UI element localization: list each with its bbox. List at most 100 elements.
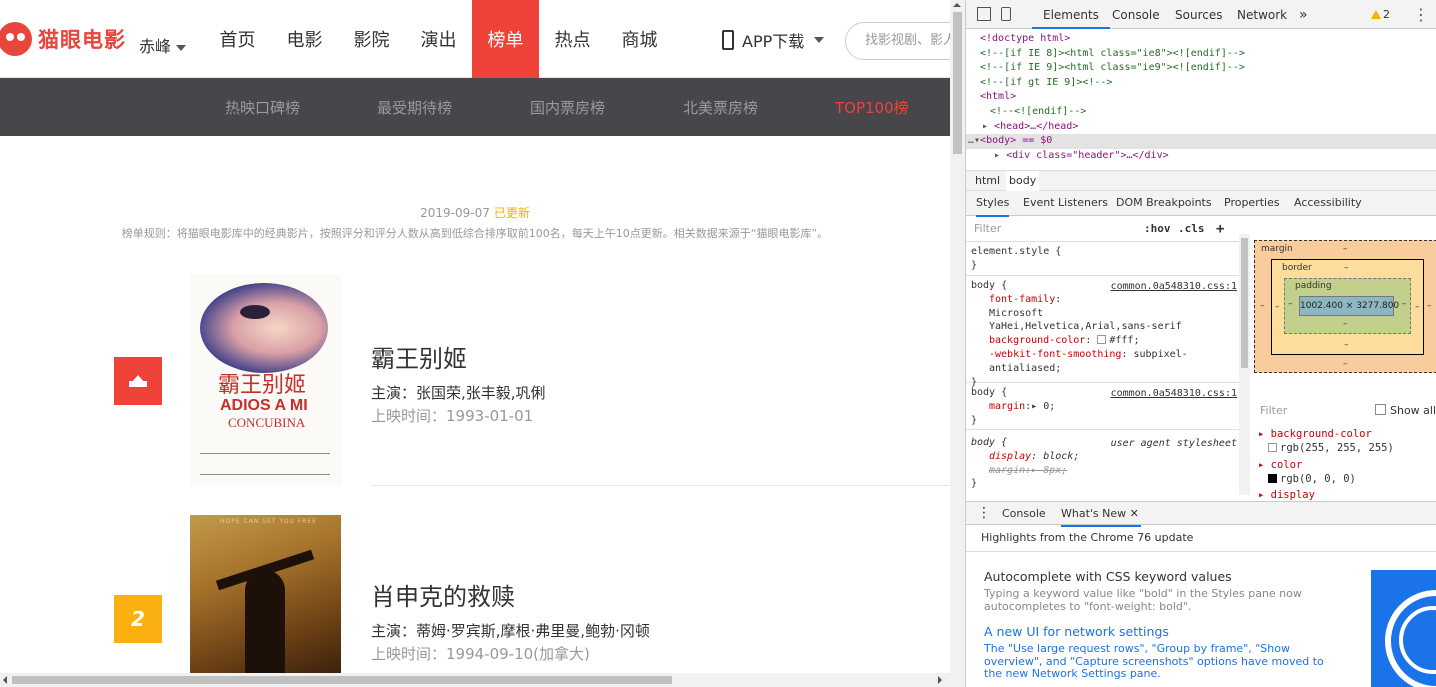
rule-source-link[interactable]: common.0a548310.css:1 [1111, 280, 1237, 294]
computed-property[interactable]: ▸ display [1258, 489, 1315, 501]
dom-node[interactable]: <!--[if IE 8]><html class="ie8"><![endif… [966, 47, 1436, 62]
tab-top100[interactable]: TOP100榜 [835, 78, 909, 136]
box-model-padding[interactable]: padding – – – 1002.400 × 3277.800 [1284, 278, 1411, 334]
computed-styles: Filter Show all ▸ background-color rgb(2… [1252, 400, 1436, 501]
nav-shows[interactable]: 演出 [405, 0, 472, 78]
styles-filter-input[interactable]: Filter :hov .cls + [966, 216, 1250, 242]
whats-new-heading-link[interactable]: A new UI for network settings [984, 624, 1169, 639]
chevron-down-icon [176, 44, 187, 51]
tab-styles[interactable]: Styles [976, 191, 1010, 217]
nav-movies[interactable]: 电影 [271, 0, 338, 78]
dom-node[interactable]: <!--[if IE 9]><html class="ie9"><![endif… [966, 61, 1436, 76]
whats-new-heading: Autocomplete with CSS keyword values [984, 569, 1232, 584]
nav-cinemas[interactable]: 影院 [338, 0, 405, 78]
scrollbar-thumb[interactable] [1241, 238, 1248, 368]
tab-domestic-box-office[interactable]: 国内票房榜 [530, 78, 605, 136]
dom-node[interactable]: ▸ <head>…</head> [966, 120, 1436, 135]
cat-logo-icon [0, 22, 32, 56]
more-tabs-icon[interactable]: » [1299, 0, 1308, 29]
css-value[interactable]: #fff [1109, 335, 1133, 346]
tab-sources[interactable]: Sources [1175, 0, 1222, 29]
movie-title[interactable]: 肖申克的救赎 [371, 577, 515, 612]
dom-node-selected[interactable]: …▾<body> == $0 [966, 134, 1436, 149]
update-date: 2019-09-07 [420, 206, 490, 220]
tab-event-listeners[interactable]: Event Listeners [1023, 191, 1108, 215]
warning-counter[interactable]: 2 [1371, 8, 1390, 21]
city-selector[interactable]: 赤峰 [139, 33, 187, 57]
drawer-tab-whats-new[interactable]: What's New ✕ [1061, 502, 1141, 527]
tab-hot-reviews[interactable]: 热映口碑榜 [225, 78, 300, 136]
movie-poster[interactable]: 霸王别姬 ADIOS A MI CONCUBINA [190, 275, 341, 486]
tab-elements[interactable]: Elements [1032, 0, 1110, 29]
site-logo[interactable]: 猫眼电影 [0, 22, 126, 56]
breadcrumb-body[interactable]: body [1006, 171, 1040, 191]
css-value[interactable]: Microsoft YaHei,Helvetica,Arial,sans-ser… [989, 307, 1189, 335]
rule-body[interactable]: common.0a548310.css:1 body { font-family… [966, 277, 1239, 388]
dom-comment: <!--<![endif]--> [990, 105, 1087, 117]
movie-title[interactable]: 霸王别姬 [371, 339, 467, 374]
computed-property[interactable]: ▸ background-color [1258, 428, 1372, 440]
css-value[interactable]: 0 [1043, 401, 1049, 412]
nav-hot[interactable]: 热点 [539, 0, 606, 78]
scrollbar-thumb[interactable] [953, 12, 962, 154]
css-property[interactable]: margin [989, 401, 1025, 412]
border-right-value: – [1415, 302, 1420, 312]
styles-scrollbar[interactable] [1239, 234, 1250, 495]
css-property[interactable]: font-family [989, 294, 1055, 305]
vertical-scrollbar[interactable] [950, 0, 965, 687]
search-input[interactable]: 找影视剧、影人、影院 [845, 22, 950, 60]
rule-body-margin[interactable]: common.0a548310.css:1 body { margin:▸ 0;… [966, 384, 1239, 431]
computed-filter-input[interactable]: Filter [1260, 404, 1287, 417]
css-property[interactable]: background-color [989, 335, 1085, 346]
close-icon[interactable]: ✕ [1130, 507, 1139, 520]
logo-text: 猫眼电影 [38, 28, 126, 52]
dom-node[interactable]: ▸ <div class="header">…</div> [966, 149, 1436, 164]
scroll-right-icon[interactable] [938, 676, 942, 684]
dom-node[interactable]: <!--[if gt IE 9]><!--> [966, 76, 1436, 91]
dom-node[interactable]: <!doctype html> [966, 32, 1436, 47]
drawer-menu-icon[interactable]: ⋮ [977, 502, 991, 525]
cls-toggle[interactable]: .cls [1178, 216, 1205, 242]
inspect-element-icon[interactable] [977, 7, 991, 21]
new-rule-icon[interactable]: + [1216, 216, 1224, 242]
poster-title-en: ADIOS A MI [220, 397, 308, 414]
update-status: 已更新 [493, 206, 530, 220]
breadcrumb-html[interactable]: html [972, 171, 1003, 191]
site-header: 猫眼电影 赤峰 首页 电影 影院 演出 榜单 热点 商城 APP下载 找影视剧、… [0, 0, 950, 78]
app-download-button[interactable]: APP下载 [722, 28, 825, 52]
nav-mall[interactable]: 商城 [606, 0, 673, 78]
rule-source-link[interactable]: common.0a548310.css:1 [1111, 387, 1237, 401]
nav-home[interactable]: 首页 [204, 0, 271, 78]
show-all-checkbox[interactable]: Show all [1375, 404, 1436, 417]
poster-art-figure [245, 570, 285, 687]
box-model-margin[interactable]: margin – – – – border – – – – padding – … [1254, 240, 1436, 373]
tab-properties[interactable]: Properties [1224, 191, 1280, 215]
scroll-left-icon[interactable] [3, 676, 7, 684]
nav-rankings[interactable]: 榜单 [472, 0, 539, 78]
device-toolbar-icon[interactable] [1001, 7, 1011, 21]
drawer-tab-console[interactable]: Console [1002, 502, 1046, 525]
box-model-content-size[interactable]: 1002.400 × 3277.800 [1299, 296, 1399, 316]
dom-node[interactable]: <html> [966, 90, 1436, 105]
scrollbar-thumb[interactable] [12, 676, 672, 684]
color-swatch-icon[interactable] [1097, 335, 1107, 345]
box-model-border[interactable]: border – – – – padding – – – 1002.400 × … [1271, 259, 1424, 355]
tab-console[interactable]: Console [1112, 0, 1160, 29]
dom-node[interactable]: <!--<![endif]--> [966, 105, 1436, 120]
tab-most-expected[interactable]: 最受期待榜 [377, 78, 452, 136]
css-property[interactable]: -webkit-font-smoothing [989, 349, 1121, 360]
horizontal-scrollbar[interactable] [0, 673, 950, 687]
hov-toggle[interactable]: :hov [1144, 216, 1171, 242]
rule-user-agent[interactable]: user agent stylesheet body { display: bl… [966, 434, 1239, 493]
tab-accessibility[interactable]: Accessibility [1294, 191, 1362, 215]
devtools-menu-icon[interactable]: ⋮ [1413, 5, 1429, 24]
movie-poster[interactable]: HOPE CAN SET YOU FREE [190, 515, 341, 687]
styles-filter-placeholder: Filter [974, 222, 1002, 235]
computed-property[interactable]: ▸ color [1258, 459, 1302, 471]
rule-element-style[interactable]: element.style { } [966, 243, 1239, 276]
border-top-value: – [1344, 263, 1349, 273]
scroll-up-icon[interactable] [953, 3, 961, 7]
tab-dom-breakpoints[interactable]: DOM Breakpoints [1116, 191, 1212, 215]
tab-na-box-office[interactable]: 北美票房榜 [683, 78, 758, 136]
tab-network[interactable]: Network [1237, 0, 1287, 29]
